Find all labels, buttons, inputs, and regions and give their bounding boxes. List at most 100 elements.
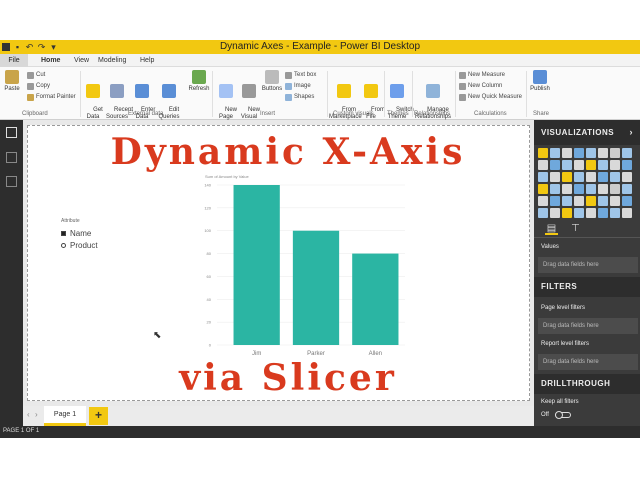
visual-type-icon[interactable] bbox=[538, 148, 548, 158]
visual-type-icon[interactable] bbox=[562, 148, 572, 158]
visual-type-icon[interactable] bbox=[610, 148, 620, 158]
tab-view[interactable]: View bbox=[74, 55, 89, 66]
file-menu[interactable]: File bbox=[0, 54, 28, 67]
new-measure-button[interactable]: New Measure bbox=[459, 71, 505, 79]
visual-type-icon[interactable] bbox=[574, 172, 584, 182]
visual-type-icon[interactable] bbox=[562, 160, 572, 170]
relationship-view-icon[interactable] bbox=[6, 176, 17, 187]
publish-button[interactable]: Publish bbox=[528, 70, 552, 93]
visual-type-icon[interactable] bbox=[610, 196, 620, 206]
keep-all-filters-label: Keep all filters bbox=[541, 399, 579, 405]
visual-type-icon[interactable] bbox=[622, 208, 632, 218]
visual-type-icon[interactable] bbox=[538, 184, 548, 194]
visual-type-icon[interactable] bbox=[598, 160, 608, 170]
slicer-option-name[interactable]: Name bbox=[61, 227, 141, 239]
visual-type-icon[interactable] bbox=[622, 184, 632, 194]
tab-page-1[interactable]: Page 1 bbox=[44, 406, 86, 426]
chevron-right-icon[interactable]: › bbox=[630, 120, 634, 145]
ribbon-divider bbox=[327, 71, 328, 117]
prev-page-icon[interactable]: ‹ bbox=[27, 410, 30, 419]
next-page-icon[interactable]: › bbox=[35, 410, 38, 419]
visual-type-icon[interactable] bbox=[538, 208, 548, 218]
visual-type-icon[interactable] bbox=[538, 172, 548, 182]
visual-type-icon[interactable] bbox=[598, 172, 608, 182]
buttons-button[interactable]: Buttons bbox=[261, 70, 283, 93]
bar-allen[interactable] bbox=[352, 253, 399, 345]
visual-type-icon[interactable] bbox=[586, 148, 596, 158]
visual-type-icon[interactable] bbox=[562, 184, 572, 194]
cut-button[interactable]: Cut bbox=[27, 71, 45, 79]
visual-type-icon[interactable] bbox=[598, 148, 608, 158]
values-drop-zone[interactable]: Drag data fields here bbox=[538, 257, 638, 273]
visual-type-icon[interactable] bbox=[622, 148, 632, 158]
copy-button[interactable]: Copy bbox=[27, 82, 50, 90]
add-page-button[interactable]: + bbox=[89, 407, 108, 425]
text-box-button[interactable]: Text box bbox=[285, 71, 316, 79]
shapes-button[interactable]: Shapes bbox=[285, 93, 314, 101]
attribute-slicer[interactable]: Attribute Name Product bbox=[61, 218, 141, 251]
visual-type-icon[interactable] bbox=[586, 208, 596, 218]
report-filters-drop-zone[interactable]: Drag data fields here bbox=[538, 354, 638, 370]
data-view-icon[interactable] bbox=[6, 152, 17, 163]
visual-type-icon[interactable] bbox=[550, 148, 560, 158]
report-view-icon[interactable] bbox=[6, 127, 17, 138]
visual-type-icon[interactable] bbox=[598, 208, 608, 218]
visual-type-icon[interactable] bbox=[562, 196, 572, 206]
format-painter-button[interactable]: Format Painter bbox=[27, 93, 76, 101]
keep-filters-toggle[interactable]: Off bbox=[541, 411, 571, 419]
visual-type-icon[interactable] bbox=[562, 208, 572, 218]
paste-button[interactable]: Paste bbox=[3, 70, 21, 93]
report-page[interactable]: Dynamic X-Axis Attribute Name Product Su… bbox=[27, 125, 530, 401]
visual-type-icon[interactable] bbox=[574, 196, 584, 206]
visual-type-icon[interactable] bbox=[622, 172, 632, 182]
bar-chart[interactable]: Sum of Amount by Value 0 20 40 60 80 100 120 14… bbox=[173, 171, 413, 371]
y-tick-label: 140 bbox=[204, 183, 211, 188]
visual-type-icon[interactable] bbox=[562, 172, 572, 182]
tab-home[interactable]: Home bbox=[41, 55, 60, 66]
image-button[interactable]: Image bbox=[285, 82, 311, 90]
visual-type-icon[interactable] bbox=[550, 184, 560, 194]
radio-selected-icon[interactable] bbox=[61, 230, 66, 236]
tab-help[interactable]: Help bbox=[140, 55, 154, 66]
group-label-clipboard: Clipboard bbox=[22, 111, 48, 117]
visual-type-icon[interactable] bbox=[574, 148, 584, 158]
new-quick-measure-button[interactable]: New Quick Measure bbox=[459, 93, 522, 101]
visual-type-icon[interactable] bbox=[550, 196, 560, 206]
visual-type-icon[interactable] bbox=[598, 196, 608, 206]
new-column-button[interactable]: New Column bbox=[459, 82, 502, 90]
visual-type-icon[interactable] bbox=[610, 160, 620, 170]
visual-type-icon[interactable] bbox=[586, 160, 596, 170]
visual-type-icon[interactable] bbox=[610, 172, 620, 182]
visual-type-icon[interactable] bbox=[550, 172, 560, 182]
toggle-switch[interactable] bbox=[554, 411, 571, 419]
fields-tab-icon[interactable]: ▤ bbox=[545, 222, 558, 235]
format-paintbrush-icon[interactable]: ⊤ bbox=[569, 222, 582, 235]
visual-type-icon[interactable] bbox=[586, 196, 596, 206]
visual-type-icon[interactable] bbox=[610, 208, 620, 218]
visual-type-icon[interactable] bbox=[550, 160, 560, 170]
visual-type-icon[interactable] bbox=[622, 196, 632, 206]
bar-parker[interactable] bbox=[292, 230, 340, 345]
visual-type-icon[interactable] bbox=[586, 172, 596, 182]
visual-type-icon[interactable] bbox=[574, 184, 584, 194]
slicer-option-product[interactable]: Product bbox=[61, 239, 141, 251]
visual-type-icon[interactable] bbox=[622, 160, 632, 170]
visual-type-icon[interactable] bbox=[538, 160, 548, 170]
page-filters-drop-zone[interactable]: Drag data fields here bbox=[538, 318, 638, 334]
visual-type-icon[interactable] bbox=[574, 160, 584, 170]
relationships-icon bbox=[426, 84, 440, 98]
visual-type-icon[interactable] bbox=[610, 184, 620, 194]
tab-modeling[interactable]: Modeling bbox=[98, 55, 126, 66]
mouse-cursor-icon: ⬉ bbox=[153, 330, 162, 341]
y-tick-label: 40 bbox=[207, 297, 212, 302]
visual-type-icon[interactable] bbox=[598, 184, 608, 194]
radio-unselected-icon[interactable] bbox=[61, 242, 66, 248]
visual-type-icon[interactable] bbox=[574, 208, 584, 218]
bar-jim[interactable] bbox=[233, 185, 280, 345]
refresh-button[interactable]: Refresh bbox=[187, 70, 211, 93]
visual-type-icon[interactable] bbox=[586, 184, 596, 194]
visualizations-header[interactable]: VISUALIZATIONS › bbox=[534, 120, 640, 145]
visual-type-icon[interactable] bbox=[538, 196, 548, 206]
heading-bottom: via Slicer bbox=[179, 357, 397, 399]
visual-type-icon[interactable] bbox=[550, 208, 560, 218]
